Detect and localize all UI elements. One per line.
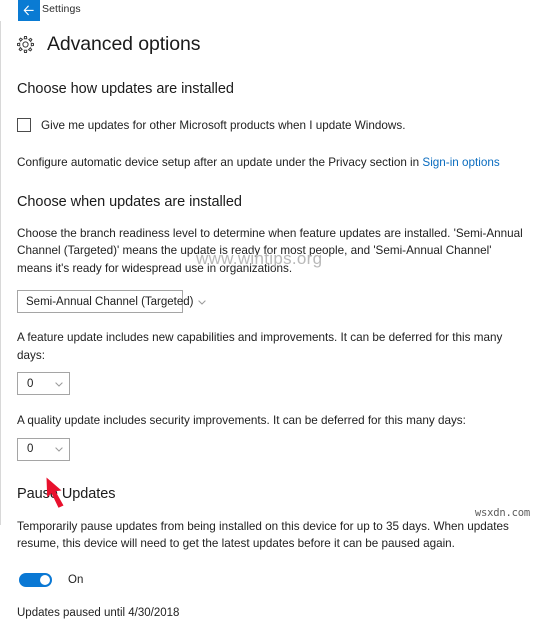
page-header: Advanced options (16, 33, 201, 56)
privacy-note-text: Configure automatic device setup after a… (17, 156, 423, 169)
branch-readiness-value: Semi-Annual Channel (Targeted) (26, 295, 194, 308)
feature-update-defer-dropdown[interactable]: 0 (17, 372, 70, 395)
chevron-down-icon (54, 379, 64, 389)
feature-update-defer-value: 0 (27, 377, 34, 390)
gear-icon (16, 35, 35, 54)
title-bar: Settings (0, 0, 537, 21)
toggle-knob (40, 574, 50, 585)
checkbox-label-microsoft-products: Give me updates for other Microsoft prod… (41, 118, 406, 132)
paused-until-text: Updates paused until 4/30/2018 (17, 606, 180, 619)
pause-updates-description: Temporarily pause updates from being ins… (17, 519, 509, 551)
sign-in-options-link[interactable]: Sign-in options (422, 156, 499, 169)
titlebar-title: Settings (42, 3, 81, 15)
settings-content: Choose how updates are installed Give me… (0, 72, 537, 619)
back-button[interactable] (18, 0, 40, 21)
pause-updates-toggle[interactable] (19, 572, 52, 587)
arrow-left-icon (23, 5, 35, 16)
page-title: Advanced options (47, 33, 201, 55)
section-heading-when-installed: Choose when updates are installed (17, 193, 242, 210)
pause-updates-toggle-label: On (68, 573, 84, 586)
feature-update-label: A feature update includes new capabiliti… (17, 331, 503, 362)
watermark-wsxdn: wsxdn.com (474, 507, 530, 519)
privacy-note: Configure automatic device setup after a… (17, 154, 524, 172)
quality-update-defer-value: 0 (27, 443, 34, 455)
chevron-down-icon (197, 297, 207, 307)
chevron-down-icon (54, 444, 64, 454)
checkbox-microsoft-products[interactable] (17, 118, 31, 132)
watermark-wintips: www.wintips.org (196, 249, 323, 268)
section-heading-how-installed: Choose how updates are installed (17, 81, 234, 97)
section-heading-pause-updates: Pause Updates (17, 485, 116, 502)
quality-update-label: A quality update includes security impro… (17, 414, 466, 427)
checkbox-row-microsoft-products[interactable]: Give me updates for other Microsoft prod… (17, 118, 537, 132)
pause-updates-toggle-row[interactable]: On (19, 572, 537, 587)
branch-readiness-dropdown[interactable]: Semi-Annual Channel (Targeted) (17, 290, 207, 313)
quality-update-defer-dropdown[interactable]: 0 (17, 437, 70, 461)
